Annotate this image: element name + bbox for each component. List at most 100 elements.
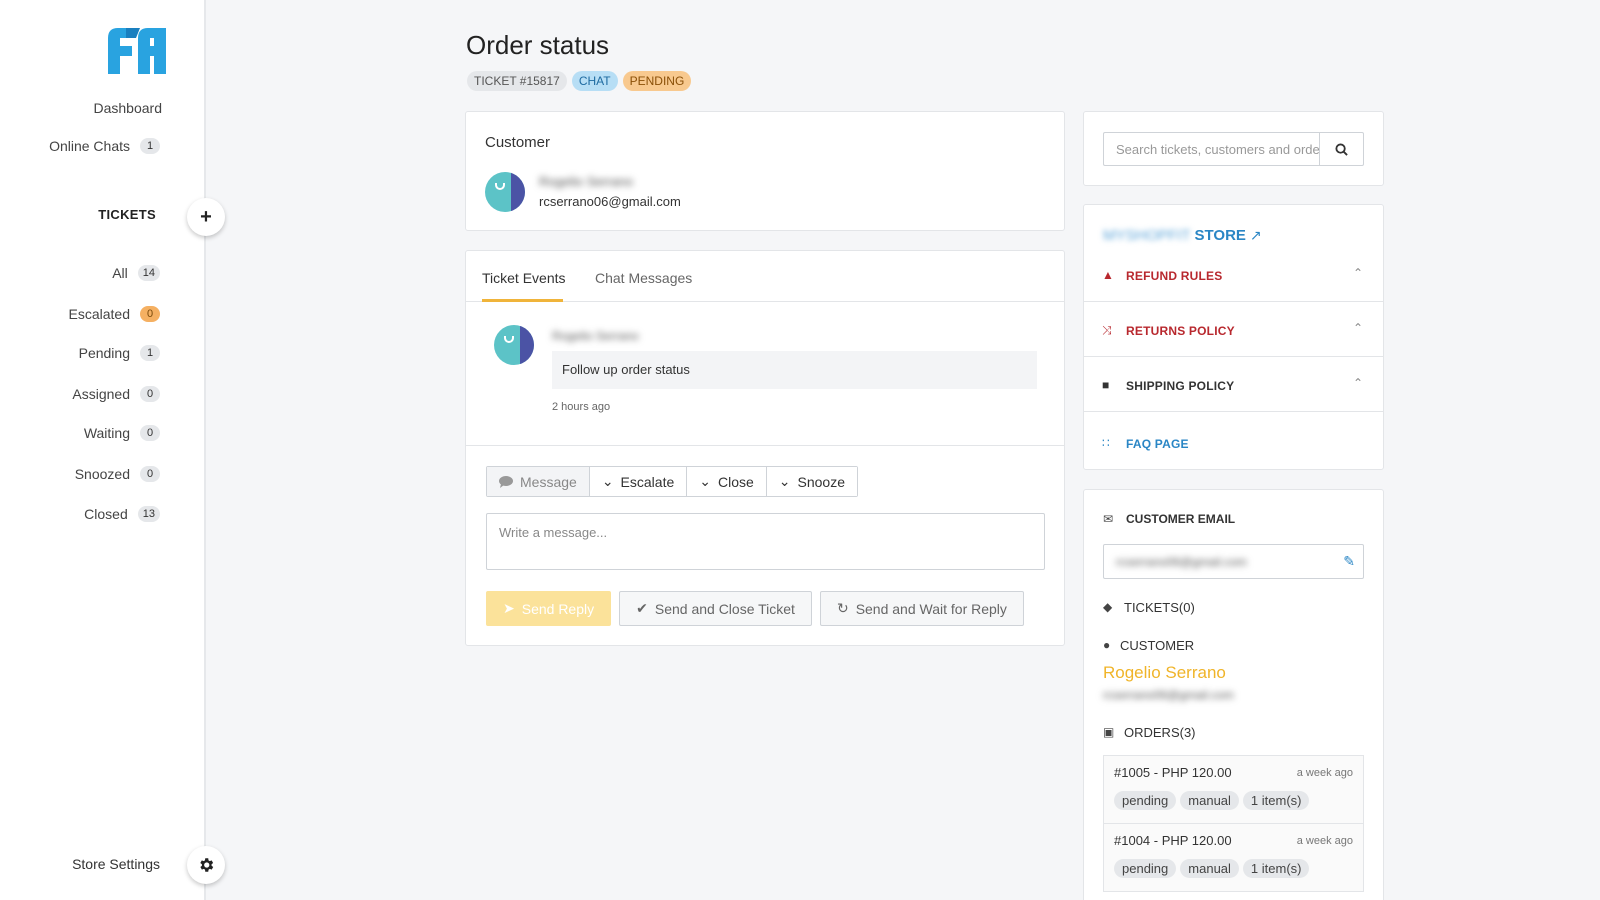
send-close-label: Send and Close Ticket [654,600,795,617]
customer-email-display: rcserrano06@gmail.com [1103,688,1234,702]
count-badge: 0 [140,466,160,482]
ticket-tags: TICKET #15817 CHAT PENDING [467,71,692,91]
avatar [494,325,534,365]
store-link[interactable]: MYSHOPFIT STORE ↗ [1103,227,1262,244]
tickets-header: TICKETS [98,207,156,222]
chevron-up-icon: ⌃ [1352,266,1363,280]
order-item[interactable]: #1005 - PHP 120.00 a week ago pending ma… [1103,755,1364,824]
user-icon: ● [1103,638,1111,652]
policy-refund-rules[interactable]: ▲ REFUND RULES ⌃ [1084,247,1383,302]
tab-ticket-events[interactable]: Ticket Events [482,270,566,286]
chevron-down-icon: ⌄ [699,473,711,489]
chevron-down-icon: ⌄ [778,473,791,489]
reply-textarea[interactable]: Write a message... [486,513,1045,570]
gear-icon [200,858,214,872]
escalate-button-label: Escalate [620,473,675,490]
divider [466,445,1064,446]
customer-name-link[interactable]: Rogelio Serrano [1103,663,1226,683]
event-author: Rogelio Serrano [552,329,639,343]
policy-faq[interactable]: ∷ FAQ PAGE [1084,412,1383,467]
refresh-icon: ↻ [836,600,849,616]
message-button[interactable]: Message [487,467,590,496]
order-tag: pending [1114,791,1177,810]
order-tag: 1 item(s) [1242,859,1310,878]
store-name: MYSHOPFIT [1103,227,1191,244]
order-tags: pending manual 1 item(s) [1114,859,1310,878]
tickets-count-label[interactable]: TICKETS(0) [1124,600,1195,615]
chevron-up-icon: ⌃ [1352,376,1363,390]
sidebar-item-label: Pending [78,345,130,361]
sidebar-item-label: Waiting [83,425,130,441]
sidebar-item-assigned[interactable]: Assigned 0 [72,386,160,402]
sidebar-item-pending[interactable]: Pending 1 [79,345,160,361]
shopping-bag-icon: ▣ [1103,725,1115,739]
ticket-action-group: Message ⌄ Escalate ⌄ Close ⌄ Snooze [486,466,858,497]
sidebar-online-chats[interactable]: Online Chats 1 [49,138,160,154]
customer-email-field[interactable]: rcserrano06@gmail.com ✎ [1103,544,1364,579]
close-button-label: Close [717,473,754,490]
search-card: Search tickets, customers and orders [1083,111,1384,186]
order-item[interactable]: #1004 - PHP 120.00 a week ago pending ma… [1103,823,1364,892]
store-label: STORE [1194,227,1246,244]
orders-label: ORDERS(3) [1124,725,1196,740]
count-badge: 1 [140,345,160,361]
send-reply-button[interactable]: ➤ Send Reply [486,591,612,626]
event-time: 2 hours ago [552,401,611,413]
search-button[interactable] [1319,132,1364,166]
close-button[interactable]: ⌄ Close [687,467,767,496]
chevron-down-icon: ⌄ [601,473,614,489]
order-tag: pending [1114,859,1177,878]
order-time: a week ago [1296,835,1353,847]
sidebar-item-closed[interactable]: Closed 13 [84,506,160,522]
policy-label: SHIPPING POLICY [1126,379,1235,393]
escalate-button[interactable]: ⌄ Escalate [589,467,688,496]
snooze-button[interactable]: ⌄ Snooze [766,467,857,496]
store-settings-link[interactable]: Store Settings [72,856,160,872]
sidebar-item-label: Online Chats [49,138,130,154]
paper-plane-icon: ➤ [503,600,515,616]
sidebar-item-snoozed[interactable]: Snoozed 0 [75,466,160,482]
sidebar: Dashboard Online Chats 1 TICKETS All 14 … [0,0,206,900]
policy-returns[interactable]: ⤨ RETURNS POLICY ⌃ [1084,302,1383,357]
truck-icon: ■ [1102,378,1110,392]
order-title: #1004 - PHP 120.00 [1114,833,1232,848]
store-settings-button[interactable] [187,846,225,884]
chevron-up-icon: ⌃ [1352,321,1363,335]
app-logo[interactable] [106,24,168,76]
comment-icon [499,475,513,488]
customer-card: Customer Rogelio Serrano rcserrano06@gma… [465,111,1065,231]
status-tag: PENDING [622,71,692,91]
channel-tag: CHAT [571,71,618,91]
check-icon: ✔ [636,600,648,616]
plus-icon: + [200,205,212,228]
count-badge: 0 [140,425,160,441]
sidebar-item-escalated[interactable]: Escalated 0 [69,306,160,322]
external-link-icon: ↗ [1249,227,1262,243]
sidebar-item-label: Escalated [68,306,130,322]
send-close-button[interactable]: ✔ Send and Close Ticket [619,591,812,626]
search-input[interactable]: Search tickets, customers and orders [1103,132,1319,166]
sidebar-dashboard[interactable]: Dashboard [94,100,163,116]
snooze-button-label: Snooze [797,473,845,490]
order-tag: manual [1180,859,1239,878]
customer-label: CUSTOMER [1120,638,1195,653]
sidebar-item-label: Snoozed [74,466,130,482]
policy-shipping[interactable]: ■ SHIPPING POLICY ⌃ [1084,357,1383,412]
sidebar-item-all[interactable]: All 14 [112,265,160,281]
warning-icon: ▲ [1102,268,1114,282]
active-tab-indicator [482,299,563,302]
tab-chat-messages[interactable]: Chat Messages [595,270,692,286]
sidebar-item-label: Closed [84,506,128,522]
pencil-icon[interactable]: ✎ [1343,553,1355,570]
sidebar-item-label: All [112,265,128,281]
customer-info-card: ✉ CUSTOMER EMAIL rcserrano06@gmail.com ✎… [1083,489,1384,900]
send-wait-label: Send and Wait for Reply [855,600,1007,617]
count-badge: 13 [137,506,160,522]
customer-card-header: Customer [485,134,551,151]
send-wait-button[interactable]: ↻ Send and Wait for Reply [819,591,1024,626]
sidebar-item-waiting[interactable]: Waiting 0 [84,425,160,441]
send-reply-label: Send Reply [521,600,595,617]
count-badge: 0 [140,386,160,402]
add-ticket-button[interactable]: + [187,198,225,236]
count-badge: 0 [140,306,160,322]
